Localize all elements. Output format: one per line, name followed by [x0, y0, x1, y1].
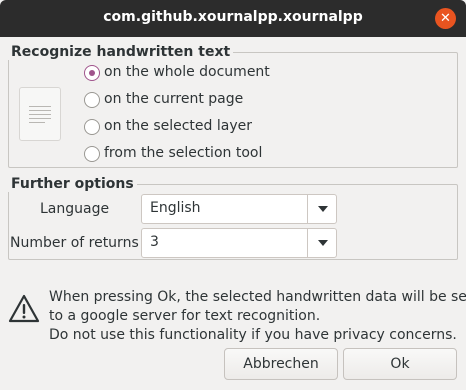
warning-icon: [8, 294, 40, 323]
document-icon: [19, 87, 61, 141]
language-value: English: [150, 200, 201, 216]
radio-label: from the selection tool: [104, 145, 263, 161]
returns-label: Number of returns: [10, 235, 139, 251]
title-bar: com.github.xournalpp.xournalpp ✕: [0, 0, 466, 37]
radio-icon: [84, 92, 100, 108]
further-options-legend: Further options: [11, 176, 134, 192]
returns-value: 3: [150, 234, 159, 250]
recognize-legend: Recognize handwritten text: [11, 44, 231, 60]
radio-icon: [84, 119, 100, 135]
ok-button[interactable]: Ok: [343, 348, 457, 380]
language-select[interactable]: English: [141, 194, 337, 224]
cancel-button[interactable]: Abbrechen: [224, 348, 338, 380]
window-title: com.github.xournalpp.xournalpp: [103, 9, 363, 25]
language-label: Language: [40, 201, 110, 217]
radio-label: on the selected layer: [104, 118, 252, 134]
radio-selected-icon: [84, 65, 100, 81]
privacy-warning-message: When pressing Ok, the selected handwritt…: [49, 288, 466, 345]
close-icon[interactable]: ✕: [435, 8, 456, 29]
chevron-down-icon: [318, 240, 328, 246]
warning-line: Do not use this functionality if you hav…: [49, 327, 457, 343]
warning-line: When pressing Ok, the selected handwritt…: [49, 289, 466, 305]
warning-line: to a google server for text recognition.: [49, 308, 321, 324]
radio-label: on the current page: [104, 91, 244, 107]
radio-label: on the whole document: [104, 64, 270, 80]
radio-icon: [84, 146, 100, 162]
returns-select[interactable]: 3: [141, 228, 337, 258]
chevron-down-icon: [318, 206, 328, 212]
